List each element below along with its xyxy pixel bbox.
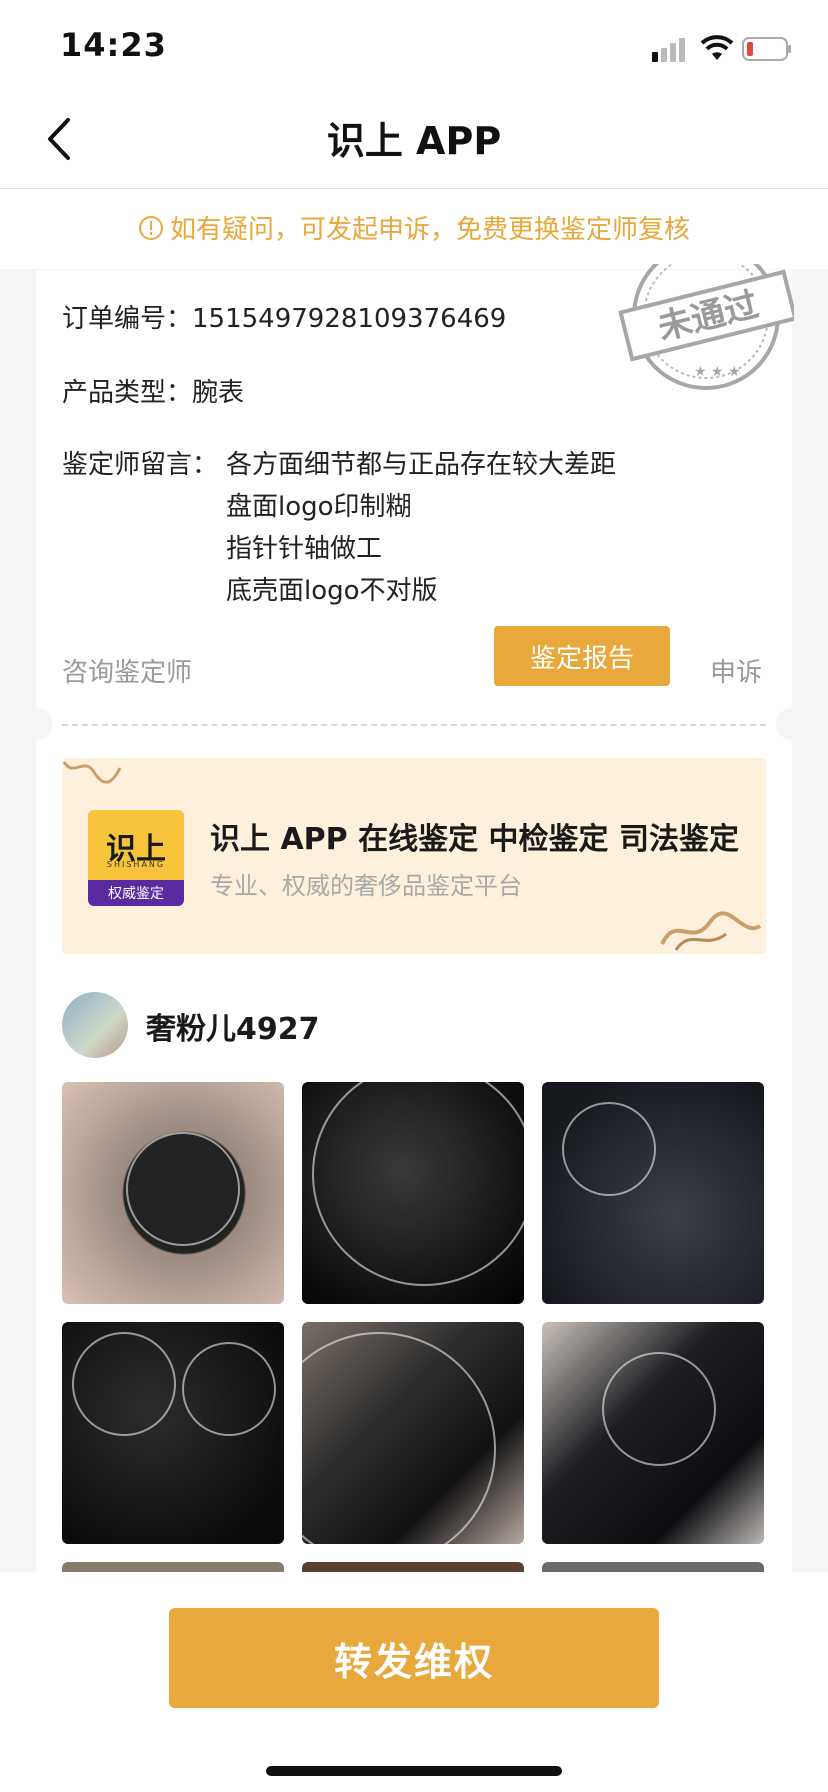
avatar[interactable] — [62, 992, 128, 1058]
bottom-bar: 转发维权 — [0, 1572, 828, 1792]
watch-dial-shape — [562, 1102, 656, 1196]
appraisal-result-card: 订单编号：1515497928109376469 产品类型：腕表 鉴定师留言： … — [20, 264, 808, 1580]
wifi-icon — [700, 35, 734, 60]
order-number-value: 1515497928109376469 — [192, 304, 507, 334]
appraiser-message-line: 底壳面logo不对版 — [226, 576, 438, 606]
watch-dial-shape — [302, 1332, 496, 1544]
cellular-signal-icon — [652, 38, 685, 62]
order-number-row: 订单编号：1515497928109376469 — [62, 298, 506, 335]
ticket-notch-right — [776, 708, 808, 740]
watch-photo[interactable] — [302, 1322, 524, 1544]
notice-text: 如有疑问，可发起申诉，免费更换鉴定师复核 — [169, 215, 690, 245]
banner-subtitle: 专业、权威的奢侈品鉴定平台 — [210, 872, 522, 900]
appraiser-message-line: 盘面logo印制糊 — [226, 492, 412, 522]
promo-banner[interactable]: 识上 SHISHANG 权威鉴定 识上 APP 在线鉴定 中检鉴定 司法鉴定 专… — [62, 758, 766, 954]
username: 奢粉儿4927 — [146, 1012, 320, 1047]
watch-photo[interactable] — [302, 1082, 524, 1304]
appraisal-report-button[interactable]: 鉴定报告 — [494, 626, 670, 686]
appraiser-message-line: 各方面细节都与正品存在较大差距 — [226, 450, 617, 480]
dashed-divider — [62, 724, 766, 726]
status-bar: 14:23 — [0, 0, 828, 92]
watch-photo[interactable] — [542, 1322, 764, 1544]
not-passed-stamp: 未通过 ★ ★ ★ — [618, 264, 794, 390]
order-number-label: 订单编号： — [62, 304, 193, 334]
watch-photo[interactable] — [62, 1082, 284, 1304]
notice-content: 如有疑问，可发起申诉，免费更换鉴定师复核 — [138, 209, 690, 246]
watch-dial-shape — [182, 1342, 276, 1436]
app-logo: 识上 SHISHANG 权威鉴定 — [88, 810, 184, 906]
product-type-label: 产品类型： — [62, 378, 193, 408]
logo-pinyin: SHISHANG — [106, 860, 166, 869]
watch-dial-shape — [602, 1352, 716, 1466]
product-type-value: 腕表 — [192, 378, 245, 408]
navigation-bar: 识上 APP — [0, 92, 828, 189]
watch-photo[interactable] — [62, 1322, 284, 1544]
watch-photo[interactable] — [542, 1082, 764, 1304]
appraiser-message-line: 指针针轴做工 — [226, 534, 383, 564]
watch-dial-shape — [312, 1082, 524, 1286]
appeal-link[interactable]: 申诉 — [710, 652, 762, 689]
home-indicator[interactable] — [266, 1766, 562, 1776]
info-icon — [138, 215, 163, 240]
appraiser-message-label: 鉴定师留言： — [62, 450, 219, 480]
page-title: 识上 APP — [326, 119, 502, 163]
svg-text:★ ★ ★: ★ ★ ★ — [694, 364, 741, 380]
watch-dial-shape — [72, 1332, 176, 1436]
appeal-notice: 如有疑问，可发起申诉，免费更换鉴定师复核 — [0, 189, 828, 269]
watch-dial-shape — [126, 1132, 240, 1246]
ribbon-decoration — [62, 761, 122, 784]
ribbon-decoration — [660, 911, 762, 951]
status-time: 14:23 — [60, 26, 167, 64]
battery-icon — [742, 37, 791, 61]
consult-appraiser-link[interactable]: 咨询鉴定师 — [62, 652, 192, 689]
forward-rights-button[interactable]: 转发维权 — [169, 1608, 659, 1708]
banner-title: 识上 APP 在线鉴定 中检鉴定 司法鉴定 — [210, 822, 739, 857]
ticket-notch-left — [20, 708, 52, 740]
logo-tag: 权威鉴定 — [88, 880, 184, 906]
product-type-row: 产品类型：腕表 — [62, 372, 244, 409]
